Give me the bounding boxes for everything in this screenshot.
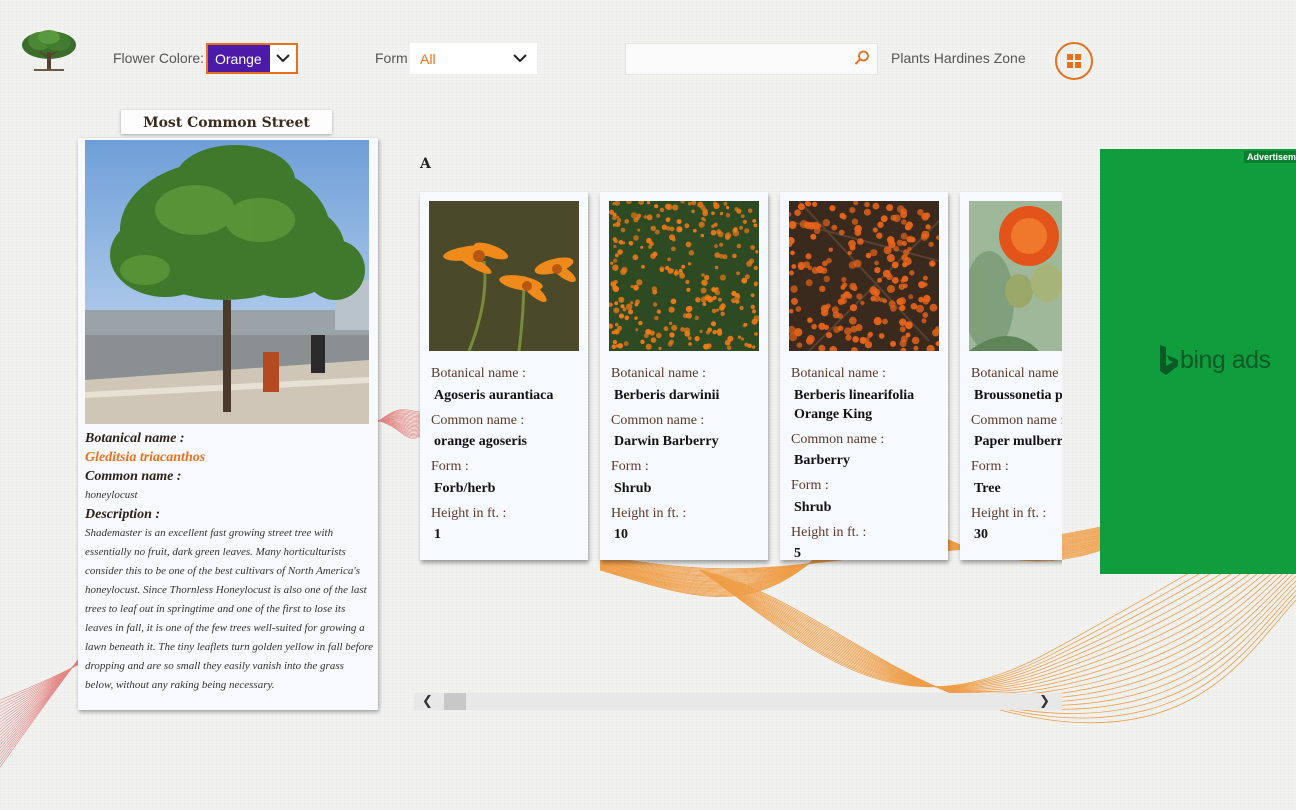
plant-card[interactable]: Botanical name : Berberis darwinii Commo…: [600, 192, 768, 560]
plant-card[interactable]: Botanical name : Berberis linearifolia O…: [780, 192, 948, 560]
scrollbar-thumb[interactable]: [444, 693, 466, 710]
height-label: Height in ft. :: [611, 505, 687, 521]
form-dropdown[interactable]: All: [410, 43, 537, 74]
zone-grid-button[interactable]: [1055, 42, 1093, 80]
grid-icon: [1067, 54, 1081, 68]
common-name: orange agoseris: [434, 434, 527, 449]
form-value: Tree: [974, 480, 1001, 496]
form-value: All: [420, 50, 436, 67]
search-box[interactable]: [625, 43, 878, 75]
hardiness-zone-label[interactable]: Plants Hardines Zone: [891, 50, 1026, 66]
common-label: Common name :: [431, 412, 525, 428]
orange-berry-photo: [789, 201, 939, 351]
common-label: Common name :: [791, 431, 885, 447]
form-label: Form :: [431, 459, 469, 474]
height-value: 30: [974, 527, 988, 542]
height-label: Height in ft. :: [791, 524, 867, 540]
panel-title: Most Common Street Trees: [121, 110, 332, 157]
horizontal-scrollbar[interactable]: ❮ ❯: [414, 693, 1062, 710]
botanical-name: Berberis darwinii: [614, 387, 720, 403]
form-label: Form :: [611, 459, 649, 474]
botanical-name: Berberis linearifolia Orange King: [794, 387, 915, 422]
form-value: Shrub: [614, 480, 652, 496]
search-input[interactable]: [632, 44, 846, 74]
ad-label: Advertisement: [1244, 151, 1296, 163]
height-value: 5: [794, 546, 801, 560]
street-tree-photo: [85, 140, 369, 424]
botanical-name: Broussonetia papyrifera: [974, 387, 1062, 403]
chevron-down-icon: [513, 54, 527, 63]
botanical-label: Botanical name :: [431, 366, 526, 381]
featured-description-label: Description :: [85, 507, 161, 522]
scroll-right-icon[interactable]: ❯: [1039, 694, 1050, 709]
form-label: Form: [375, 50, 408, 66]
flower-color-label: Flower Colore:: [113, 50, 205, 66]
bing-ads-logo: bing ads: [1158, 344, 1271, 376]
advertisement-banner[interactable]: Advertisement bing ads: [1100, 149, 1296, 574]
featured-description: Shademaster is an excellent fast growing…: [85, 527, 373, 691]
tree-logo-icon[interactable]: [20, 28, 78, 72]
botanical-name: Agoseris aurantiaca: [434, 387, 554, 403]
form-value: Shrub: [794, 499, 832, 515]
bing-b-icon: [1160, 345, 1178, 375]
orange-shrub-photo: [609, 201, 759, 351]
featured-common-name: honeylocust: [85, 489, 138, 501]
plant-cards-list[interactable]: Botanical name : Agoseris aurantiaca Com…: [418, 190, 1062, 568]
common-name: Darwin Barberry: [614, 434, 719, 449]
botanical-label: Botanical name :: [971, 366, 1062, 381]
common-label: Common name :: [611, 412, 705, 428]
featured-tree-card[interactable]: Botanical name : Gleditsia triacanthos C…: [78, 138, 378, 710]
featured-common-label: Common name :: [85, 469, 182, 484]
common-name: Paper mulberry: [974, 434, 1062, 449]
height-value: 10: [614, 527, 628, 542]
form-value: Forb/herb: [434, 480, 496, 496]
botanical-label: Botanical name :: [791, 366, 886, 381]
section-letter: A: [420, 156, 431, 172]
featured-botanical-name: Gleditsia triacanthos: [85, 450, 206, 465]
plant-card[interactable]: Botanical name : Agoseris aurantiaca Com…: [420, 192, 588, 560]
height-label: Height in ft. :: [431, 505, 507, 521]
featured-botanical-label: Botanical name :: [85, 431, 185, 446]
common-label: Common name :: [971, 412, 1062, 428]
search-icon[interactable]: [853, 49, 871, 67]
botanical-label: Botanical name :: [611, 366, 706, 381]
chevron-down-icon: [270, 45, 296, 72]
plant-card[interactable]: Botanical name : Broussonetia papyrifera…: [960, 192, 1062, 560]
flower-color-dropdown[interactable]: Orange: [206, 43, 298, 74]
scroll-left-icon[interactable]: ❮: [422, 694, 433, 709]
ad-brand: bing ads: [1180, 345, 1271, 374]
form-label: Form :: [791, 478, 829, 493]
orange-daisy-photo: [429, 201, 579, 351]
height-label: Height in ft. :: [971, 505, 1047, 521]
form-label: Form :: [971, 459, 1009, 474]
flower-color-value: Orange: [208, 45, 270, 72]
orange-flower-photo: [969, 201, 1062, 351]
height-value: 1: [434, 527, 441, 542]
common-name: Barberry: [794, 453, 850, 468]
